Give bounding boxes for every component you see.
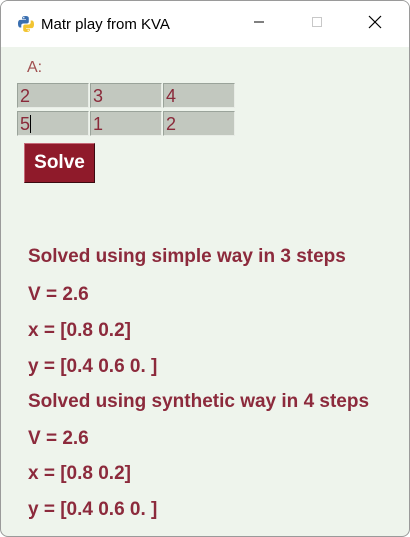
minimize-button[interactable]	[231, 1, 287, 47]
result-line: Solved using synthetic way in 4 steps	[28, 391, 370, 412]
python-icon	[17, 15, 35, 33]
matrix-cell[interactable]: 5	[17, 111, 89, 136]
window-title: Matr play from KVA	[41, 16, 170, 33]
close-button[interactable]	[347, 1, 403, 47]
result-line: x = [0.8 0.2]	[28, 320, 131, 341]
result-line: y = [0.4 0.6 0. ]	[28, 499, 158, 520]
maximize-icon	[311, 15, 323, 33]
matrix-cell[interactable]: 2	[163, 111, 235, 136]
maximize-button[interactable]	[289, 1, 345, 47]
result-line: V = 2.6	[28, 428, 89, 449]
title-bar[interactable]: Matr play from KVA	[1, 1, 409, 47]
matrix-cell[interactable]: 4	[163, 83, 235, 108]
minimize-icon	[253, 15, 265, 33]
matrix-cell[interactable]: 3	[90, 83, 162, 108]
result-line: V = 2.6	[28, 284, 89, 305]
result-line: x = [0.8 0.2]	[28, 463, 131, 484]
matrix-cell[interactable]: 2	[17, 83, 89, 108]
result-line: Solved using simple way in 3 steps	[28, 246, 346, 267]
close-icon	[368, 15, 382, 34]
matrix-label: A:	[27, 59, 43, 76]
text-caret	[30, 115, 32, 133]
matrix-cell[interactable]: 1	[90, 111, 162, 136]
solve-button[interactable]: Solve	[24, 143, 95, 183]
app-window: Matr play from KVA A: 2 3 4 5 1 2 Solve …	[0, 0, 410, 537]
result-line: y = [0.4 0.6 0. ]	[28, 356, 158, 377]
